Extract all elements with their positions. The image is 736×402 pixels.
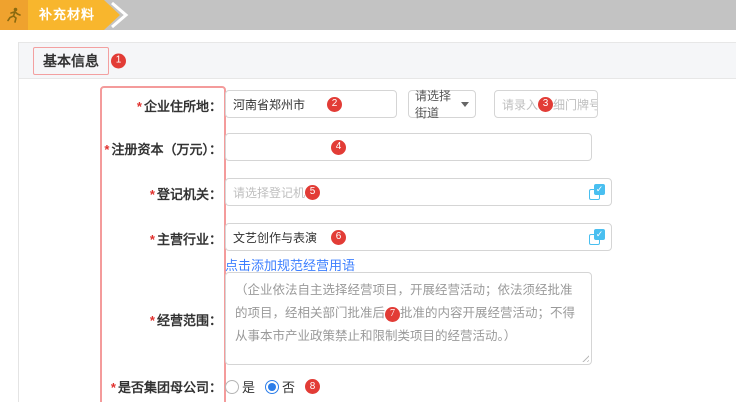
main-industry-label: *主营行业： xyxy=(0,229,222,248)
enterprise-address-label: *企业住所地： xyxy=(0,96,222,115)
panel-header: 基本信息 1 xyxy=(19,43,736,79)
main-industry-input[interactable]: 文艺创作与表演 6 ✓ xyxy=(225,223,612,251)
radio-checked-icon[interactable] xyxy=(265,380,279,394)
required-asterisk: * xyxy=(111,380,116,395)
registration-authority-label: *登记机关： xyxy=(0,184,222,203)
annotation-badge-6: 6 xyxy=(331,230,346,245)
business-scope-textarea[interactable]: （企业依法自主选择经营项目，开展经营活动；依法须经批准的项目，经相关部门批准后7… xyxy=(225,272,592,365)
required-asterisk: * xyxy=(137,99,142,114)
chevron-separator-icon xyxy=(108,2,130,28)
row-group-parent: *是否集团母公司： 是 否 8 xyxy=(0,375,736,395)
radio-unchecked-icon[interactable] xyxy=(225,380,239,394)
street-select-value: 请选择街道 xyxy=(415,87,457,121)
step-supplementary-materials[interactable]: 补充材料 xyxy=(0,0,120,30)
registered-capital-input[interactable]: 4 xyxy=(225,133,592,161)
required-asterisk: * xyxy=(150,313,155,328)
page: 补充材料 基本信息 1 *企业住所地： 河南省郑州市 2 请选择街道 请录入 xyxy=(0,0,736,402)
enterprise-address-input[interactable]: 河南省郑州市 2 xyxy=(225,90,397,118)
group-parent-radio-group: 是 否 8 xyxy=(225,377,320,396)
address-detail-placeholder-before: 请录入 xyxy=(502,96,538,113)
annotation-badge-3: 3 xyxy=(538,97,553,112)
registration-authority-input[interactable]: 请选择登记机 5 ✓ xyxy=(225,178,612,206)
radio-option-no[interactable]: 否 xyxy=(265,377,295,396)
annotation-badge-8: 8 xyxy=(305,379,320,394)
row-registration-authority: *登记机关： 请选择登记机 5 ✓ xyxy=(0,178,736,206)
annotation-badge-5: 5 xyxy=(305,185,320,200)
row-enterprise-address: *企业住所地： 河南省郑州市 2 请选择街道 请录入 3 细门牌号,例 xyxy=(0,90,736,118)
registered-capital-label: *注册资本（万元）： xyxy=(0,139,222,158)
registration-authority-placeholder: 请选择登记机 xyxy=(233,184,305,201)
annotation-badge-2: 2 xyxy=(327,97,342,112)
step-progress-bar: 补充材料 xyxy=(0,0,736,30)
required-asterisk: * xyxy=(150,232,155,247)
row-registered-capital: *注册资本（万元）： 4 xyxy=(0,133,736,161)
main-industry-value: 文艺创作与表演 xyxy=(233,229,317,246)
row-main-industry: *主营行业： 文艺创作与表演 6 ✓ xyxy=(0,223,736,251)
section-title: 基本信息 xyxy=(43,51,99,71)
required-asterisk: * xyxy=(150,187,155,202)
required-asterisk: * xyxy=(104,142,109,157)
address-detail-placeholder-after: 细门牌号,例 xyxy=(553,96,598,113)
step-label: 补充材料 xyxy=(34,0,100,30)
industry-picker-icon[interactable]: ✓ xyxy=(589,229,605,245)
address-detail-input[interactable]: 请录入 3 细门牌号,例 xyxy=(494,90,598,118)
annotation-badge-4: 4 xyxy=(331,140,346,155)
annotation-badge-7: 7 xyxy=(385,307,400,322)
annotation-badge-1: 1 xyxy=(111,53,126,68)
textarea-resize-handle[interactable] xyxy=(580,353,589,362)
street-select[interactable]: 请选择街道 xyxy=(408,90,476,118)
business-scope-label: *经营范围： xyxy=(0,310,222,329)
radio-option-yes[interactable]: 是 xyxy=(225,377,255,396)
group-parent-label: *是否集团母公司： xyxy=(0,377,222,396)
runner-icon xyxy=(7,7,21,23)
section-title-annotation-box: 基本信息 1 xyxy=(33,47,109,75)
authority-picker-icon[interactable]: ✓ xyxy=(589,184,605,200)
runner-icon-box xyxy=(0,0,28,30)
enterprise-address-value: 河南省郑州市 xyxy=(233,96,305,113)
chevron-down-icon xyxy=(461,102,469,107)
